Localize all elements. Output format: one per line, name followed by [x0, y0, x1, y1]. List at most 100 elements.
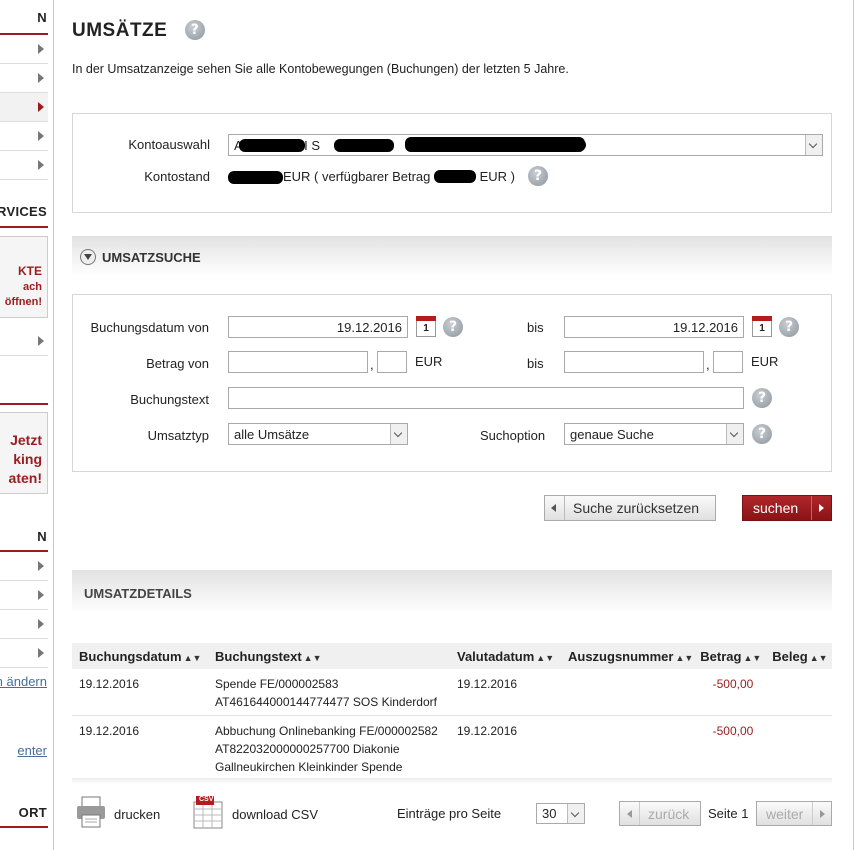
account-select-label: Kontoauswahl [128, 137, 210, 152]
currency-label: EUR [751, 354, 779, 369]
triangle-right-icon [38, 44, 44, 54]
triangle-right-icon [38, 102, 44, 112]
sidebar-menu-item[interactable] [0, 151, 48, 180]
table-bottom-rule [72, 778, 832, 784]
search-button[interactable]: suchen [742, 495, 832, 521]
prev-page-button[interactable]: zurück [619, 801, 701, 826]
redaction [228, 171, 283, 184]
balance-text: EUR ( verfügbarer Betrag [283, 169, 435, 184]
date-to-input[interactable]: 19.12.2016 [564, 316, 744, 338]
cell-receipt [765, 669, 832, 716]
sidebar-menu-item[interactable] [0, 122, 48, 151]
date-from-label: Buchungsdatum von [90, 320, 209, 335]
prev-page-label: zurück [648, 806, 690, 822]
search-option-select[interactable]: genaue Suche [564, 423, 744, 445]
triangle-right-icon [38, 160, 44, 170]
sidebar-menu-item[interactable] [0, 64, 48, 93]
balance-text: EUR ) [476, 169, 516, 184]
amount-from-input[interactable] [228, 351, 368, 373]
sidebar-heading: N [37, 529, 47, 544]
sidebar-menu-item-active[interactable] [0, 93, 48, 122]
chevron-down-icon[interactable] [390, 424, 407, 444]
triangle-right-icon [812, 802, 832, 825]
date-from-input[interactable]: 19.12.2016 [228, 316, 408, 338]
promo-text: KTE [18, 264, 42, 278]
amount-to-cents-input[interactable] [713, 351, 743, 373]
sidebar-promo-box[interactable]: Jetzt king aten! [0, 412, 48, 494]
triangle-right-icon [38, 336, 44, 346]
per-page-select[interactable]: 30 [536, 803, 585, 824]
sidebar-heading-top: N [37, 10, 47, 25]
page-indicator: Seite 1 [708, 806, 749, 821]
help-icon[interactable]: ? [443, 317, 463, 337]
reset-search-button[interactable]: Suche zurücksetzen [544, 495, 716, 521]
promo-text: Jetzt [10, 432, 42, 448]
amount-to-input[interactable] [564, 351, 704, 373]
download-csv-link[interactable]: download CSV [232, 807, 318, 822]
collapse-toggle-icon[interactable] [80, 249, 96, 265]
amount-to-label: bis [527, 356, 544, 371]
print-link[interactable]: drucken [114, 807, 160, 822]
table-row[interactable]: 19.12.2016 Spende FE/000002583 AT46164400… [72, 669, 832, 716]
print-icon[interactable] [76, 796, 106, 828]
next-page-button[interactable]: weiter [756, 801, 832, 826]
balance-label: Kontostand [144, 169, 210, 184]
triangle-right-icon [811, 496, 831, 520]
sidebar-menu-item[interactable] [0, 327, 48, 356]
sidebar-menu-item[interactable] [0, 552, 48, 581]
column-header-value-date[interactable]: Valutadatum ▲▼ [450, 643, 561, 669]
decimal-comma: , [370, 357, 374, 372]
triangle-right-icon [38, 648, 44, 658]
account-select[interactable]: A 0 0000 7 -I S [228, 134, 823, 156]
decimal-comma: , [706, 357, 710, 372]
column-header-receipt[interactable]: Beleg ▲▼ [765, 643, 832, 669]
search-section-header[interactable]: UMSATZSUCHE [72, 236, 832, 276]
help-icon[interactable]: ? [779, 317, 799, 337]
help-icon[interactable]: ? [528, 166, 548, 186]
cell-booking-date: 19.12.2016 [72, 715, 208, 780]
promo-text: öffnen! [4, 296, 42, 308]
help-icon[interactable]: ? [752, 388, 772, 408]
transaction-type-select[interactable]: alle Umsätze [228, 423, 408, 445]
page-title: UMSÄTZE ? [72, 20, 206, 42]
sidebar-link[interactable]: enter [17, 743, 47, 758]
per-page-label: Einträge pro Seite [397, 806, 502, 821]
calendar-icon[interactable]: 1 [752, 316, 772, 337]
sidebar-menu-item[interactable] [0, 610, 48, 639]
column-header-statement-number[interactable]: Auszugsnummer ▲▼ [561, 643, 694, 669]
currency-label: EUR [415, 354, 443, 369]
column-header-booking-text[interactable]: Buchungstext ▲▼ [208, 643, 450, 669]
chevron-down-icon[interactable] [726, 424, 743, 444]
chevron-down-icon[interactable] [805, 135, 822, 155]
sidebar-promo-box[interactable]: KTE ach öffnen! [0, 236, 48, 318]
intro-text: In der Umsatzanzeige sehen Sie alle Kont… [72, 62, 569, 76]
cell-receipt [765, 715, 832, 780]
sidebar-menu-item[interactable] [0, 639, 48, 668]
triangle-right-icon [38, 619, 44, 629]
triangle-right-icon [38, 131, 44, 141]
sidebar-menu-item[interactable] [0, 35, 48, 64]
promo-text: ach [23, 281, 42, 293]
booking-text-input[interactable] [228, 387, 744, 409]
cell-booking-text: Spende FE/000002583 AT461644000144774477 … [208, 669, 450, 716]
date-to-label: bis [527, 320, 544, 335]
column-header-amount[interactable]: Betrag ▲▼ [693, 643, 766, 669]
column-header-booking-date[interactable]: Buchungsdatum ▲▼ [72, 643, 208, 669]
table-row[interactable]: 19.12.2016 Abbuchung Onlinebanking FE/00… [72, 715, 832, 780]
sidebar-link[interactable]: n ändern [0, 674, 47, 689]
transactions-table: Buchungsdatum ▲▼ Buchungstext ▲▼ Valutadat… [72, 643, 832, 780]
sidebar-heading: ORT [18, 805, 47, 820]
csv-badge-text: CSV [199, 796, 214, 803]
csv-icon[interactable]: CSV [192, 796, 224, 829]
calendar-icon[interactable]: 1 [416, 316, 436, 337]
triangle-right-icon [38, 590, 44, 600]
amount-from-cents-input[interactable] [377, 351, 407, 373]
chevron-down-icon[interactable] [567, 804, 584, 823]
help-icon[interactable]: ? [752, 424, 772, 444]
promo-text: king [13, 451, 42, 467]
sidebar-menu-item[interactable] [0, 581, 48, 610]
sidebar-divider [0, 226, 48, 228]
cell-booking-date: 19.12.2016 [72, 669, 208, 716]
amount-from-label: Betrag von [146, 356, 209, 371]
help-icon[interactable]: ? [185, 20, 206, 40]
